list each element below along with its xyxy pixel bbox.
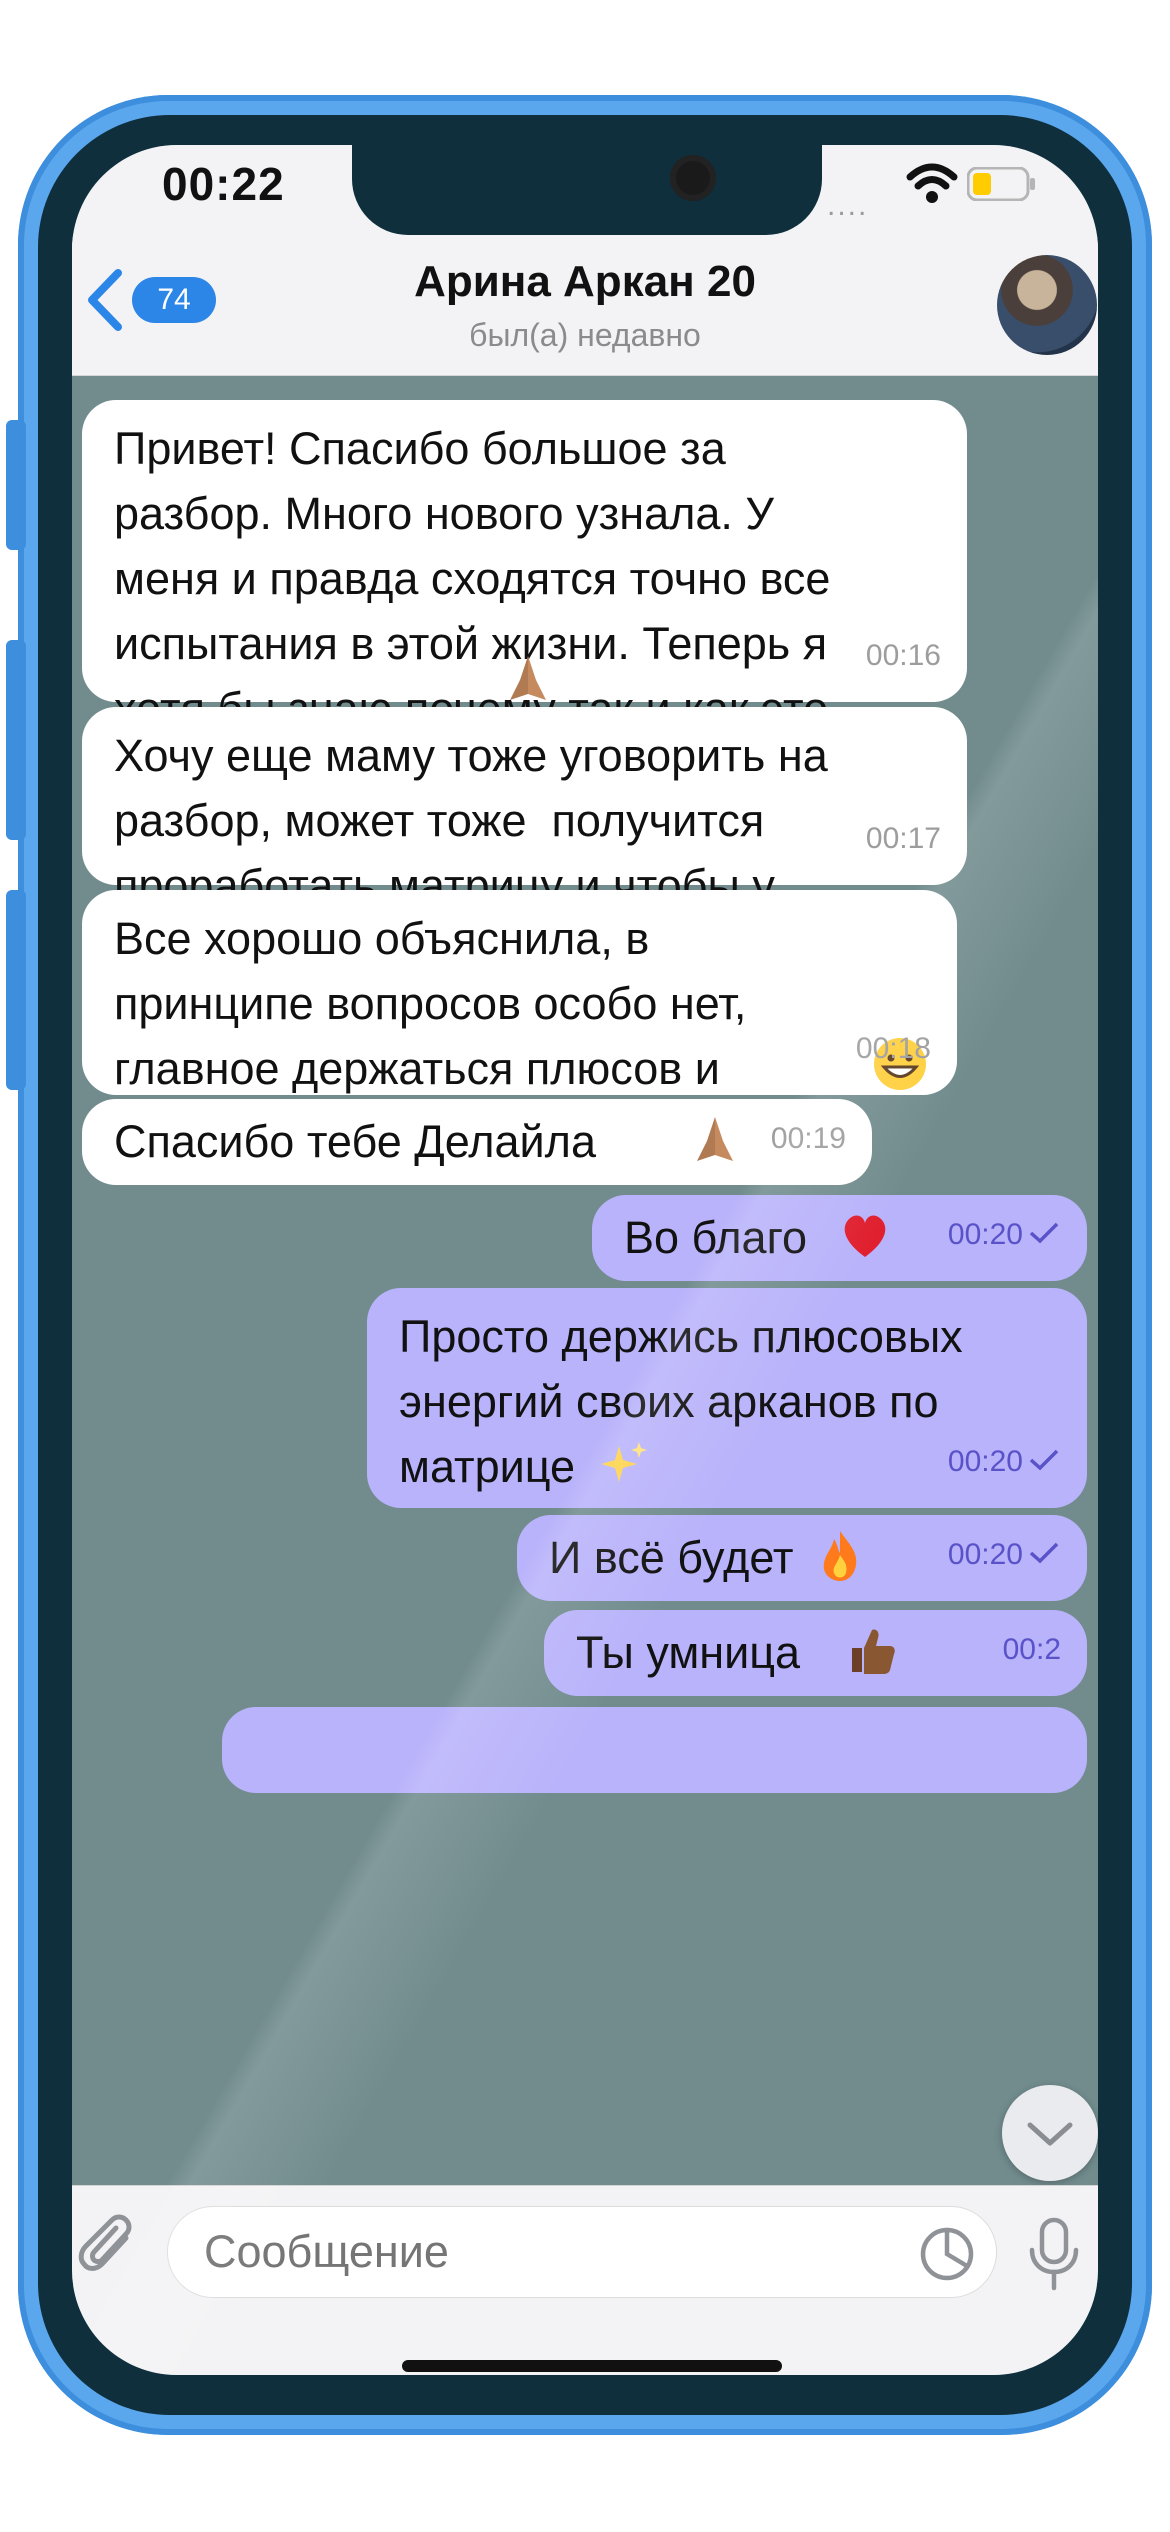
wifi-icon [906,163,958,203]
paperclip-icon[interactable] [72,2208,144,2286]
message-time: 00:17 [865,822,941,855]
avatar[interactable] [997,255,1097,355]
fire-icon [823,1531,857,1581]
message-outgoing[interactable]: И всё будет 00:20 [517,1515,1087,1601]
message-incoming[interactable]: Привет! Спасибо большое за разбор. Много… [82,400,967,864]
chat-header: 74 Арина Аркан 20 был(а) недавно [72,235,1098,376]
message-outgoing[interactable]: Ты умница 00:2 [544,1610,1087,1696]
chat-title[interactable]: Арина Аркан 20 [72,257,1098,307]
signal-indicator: .... [827,189,869,222]
thumbs-up-icon [852,1629,895,1674]
message-time: 00:20 [947,1445,1023,1478]
message-outgoing[interactable]: Просто держись плюсовых энергий своих ар… [367,1288,1087,1508]
front-camera [670,155,716,201]
home-indicator[interactable] [402,2360,782,2372]
message-time-read: 00:20 [948,1522,1061,1587]
battery-icon [967,167,1035,201]
microphone-icon[interactable] [1022,2214,1086,2294]
message-input[interactable] [167,2206,997,2298]
message-incoming[interactable]: Спасибо тебе Делайла 00:19 [82,1099,872,1185]
read-check-icon [1029,1449,1059,1471]
message-time: 00:16 [865,639,941,672]
sticker-icon[interactable] [919,2226,975,2282]
red-heart-icon [844,1215,886,1257]
status-time: 00:22 [162,158,285,210]
folded-hands-icon [510,656,546,700]
phone-side-button [6,420,26,550]
message-time: 00:2 [1002,1633,1061,1666]
read-check-icon [1029,1542,1059,1564]
message-time: 00:18 [855,1032,931,1065]
chat-messages[interactable]: Привет! Спасибо большое за разбор. Много… [72,375,1098,2245]
folded-hands-icon [697,1117,733,1161]
message-time-read: 00:2 [1003,1617,1061,1682]
message-text: Ты умница [576,1627,801,1678]
scroll-down-button[interactable] [1002,2085,1098,2181]
chat-status: был(а) недавно [469,317,701,353]
phone-volume-down [6,890,26,1090]
message-input-bar [72,2185,1098,2375]
message-outgoing-partial[interactable] [222,1707,1087,1793]
message-time: 00:20 [947,1538,1023,1571]
message-time: 00:19 [770,1122,846,1155]
sparkles-icon [601,1442,647,1482]
notch [352,145,822,235]
message-time-read: 00:20 [948,1429,1061,1494]
message-outgoing[interactable]: Во благо 00:20 [592,1195,1087,1281]
message-incoming[interactable]: Все хорошо объяснила, в принципе вопросо… [82,890,957,1159]
chevron-down-icon [1027,2122,1073,2146]
message-time-read: 00:20 [948,1202,1061,1267]
phone-screen: 00:22 .... 74 Арина Аркан 20 был(а) неда… [72,145,1098,2375]
message-time: 00:20 [947,1218,1023,1251]
message-incoming[interactable]: Хочу еще маму тоже уговорить на разбор, … [82,707,967,976]
read-check-icon [1029,1222,1059,1244]
phone-volume-up [6,640,26,840]
